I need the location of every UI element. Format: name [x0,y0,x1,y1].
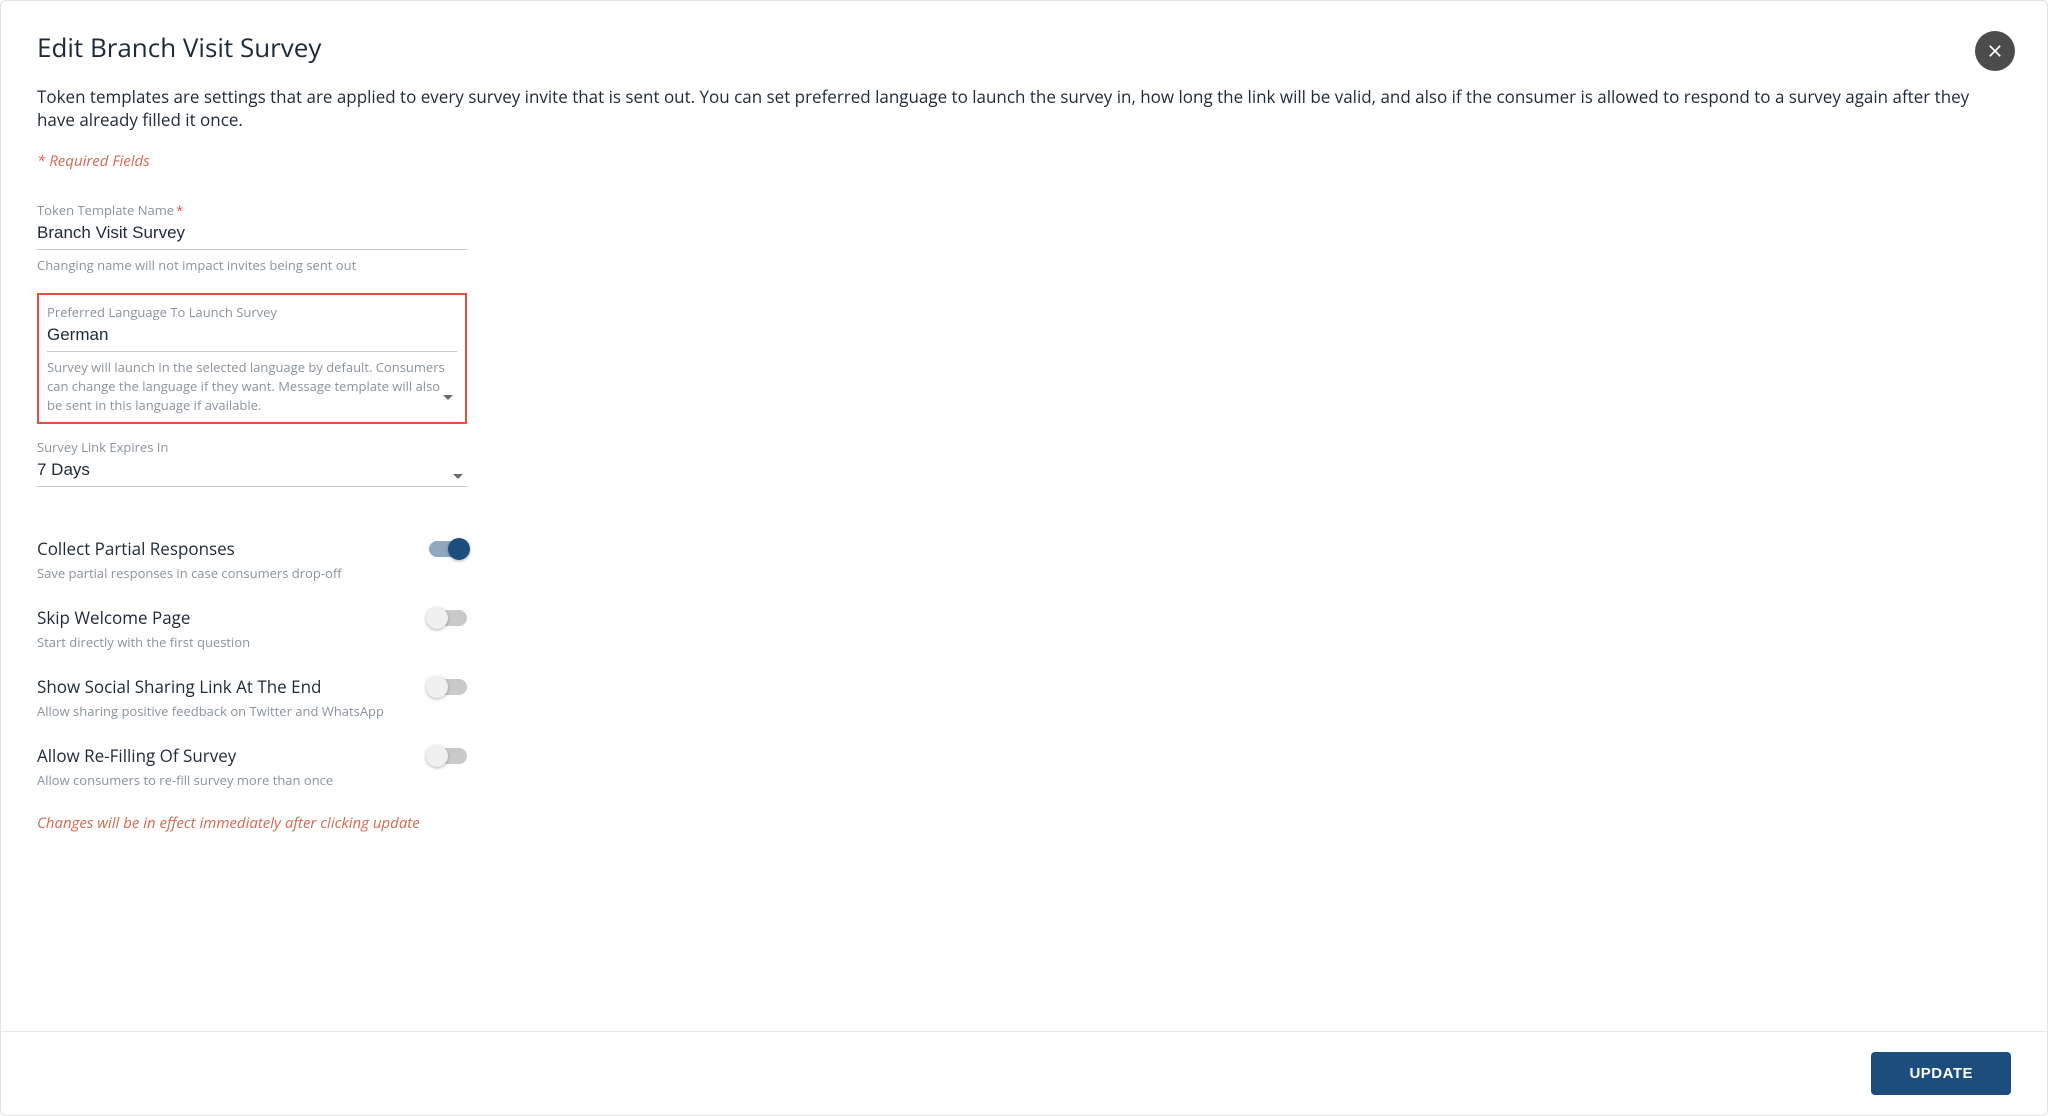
required-asterisk: * [176,201,183,219]
toggle-skip-welcome-switch[interactable] [429,610,467,626]
field-label: Preferred Language To Launch Survey [47,303,457,321]
toggle-title: Allow Re-Filling Of Survey [37,744,429,767]
asterisk-icon: * [37,151,45,171]
preferred-language-field: Preferred Language To Launch Survey Surv… [47,301,457,415]
modal-header: Edit Branch Visit Survey Token templates… [1,1,2047,187]
expiry-field: Survey Link Expires In [37,424,467,493]
toggle-title: Show Social Sharing Link At The End [37,675,429,698]
toggle-collect-partial: Collect Partial Responses Save partial r… [37,529,467,598]
toggle-help: Start directly with the first question [37,633,429,651]
toggle-allow-refill: Allow Re-Filling Of Survey Allow consume… [37,736,467,805]
modal-title: Edit Branch Visit Survey [37,29,2011,65]
toggle-social-sharing-switch[interactable] [429,679,467,695]
required-fields-hint: *Required Fields [37,151,2011,171]
preferred-language-select[interactable] [47,321,457,352]
preferred-language-highlight: Preferred Language To Launch Survey Surv… [37,293,467,425]
field-label: Survey Link Expires In [37,438,467,456]
close-icon [1986,42,2004,60]
token-template-name-field: Token Template Name* Changing name will … [37,187,467,281]
modal-frame: Edit Branch Visit Survey Token templates… [0,0,2048,1116]
toggle-collect-partial-switch[interactable] [429,541,467,557]
toggle-list: Collect Partial Responses Save partial r… [37,529,467,805]
toggle-title: Collect Partial Responses [37,537,429,560]
intro-text: Token templates are settings that are ap… [37,85,2011,131]
field-help: Survey will launch in the selected langu… [47,358,457,415]
toggle-title: Skip Welcome Page [37,606,429,629]
toggle-allow-refill-switch[interactable] [429,748,467,764]
toggle-help: Allow sharing positive feedback on Twitt… [37,702,429,720]
toggle-skip-welcome: Skip Welcome Page Start directly with th… [37,598,467,667]
toggle-help: Allow consumers to re-fill survey more t… [37,771,429,789]
field-help: Changing name will not impact invites be… [37,256,467,275]
token-template-name-input[interactable] [37,219,467,250]
toggle-social-sharing: Show Social Sharing Link At The End Allo… [37,667,467,736]
expiry-select[interactable] [37,456,467,487]
effect-note: Changes will be in effect immediately af… [37,813,2011,833]
modal-footer: UPDATE [1,1031,2047,1115]
update-button[interactable]: UPDATE [1871,1052,2011,1095]
close-button[interactable] [1975,31,2015,71]
field-label: Token Template Name* [37,201,467,219]
toggle-help: Save partial responses in case consumers… [37,564,429,582]
modal-body: Token Template Name* Changing name will … [1,187,2047,1031]
required-fields-label: Required Fields [49,151,149,171]
